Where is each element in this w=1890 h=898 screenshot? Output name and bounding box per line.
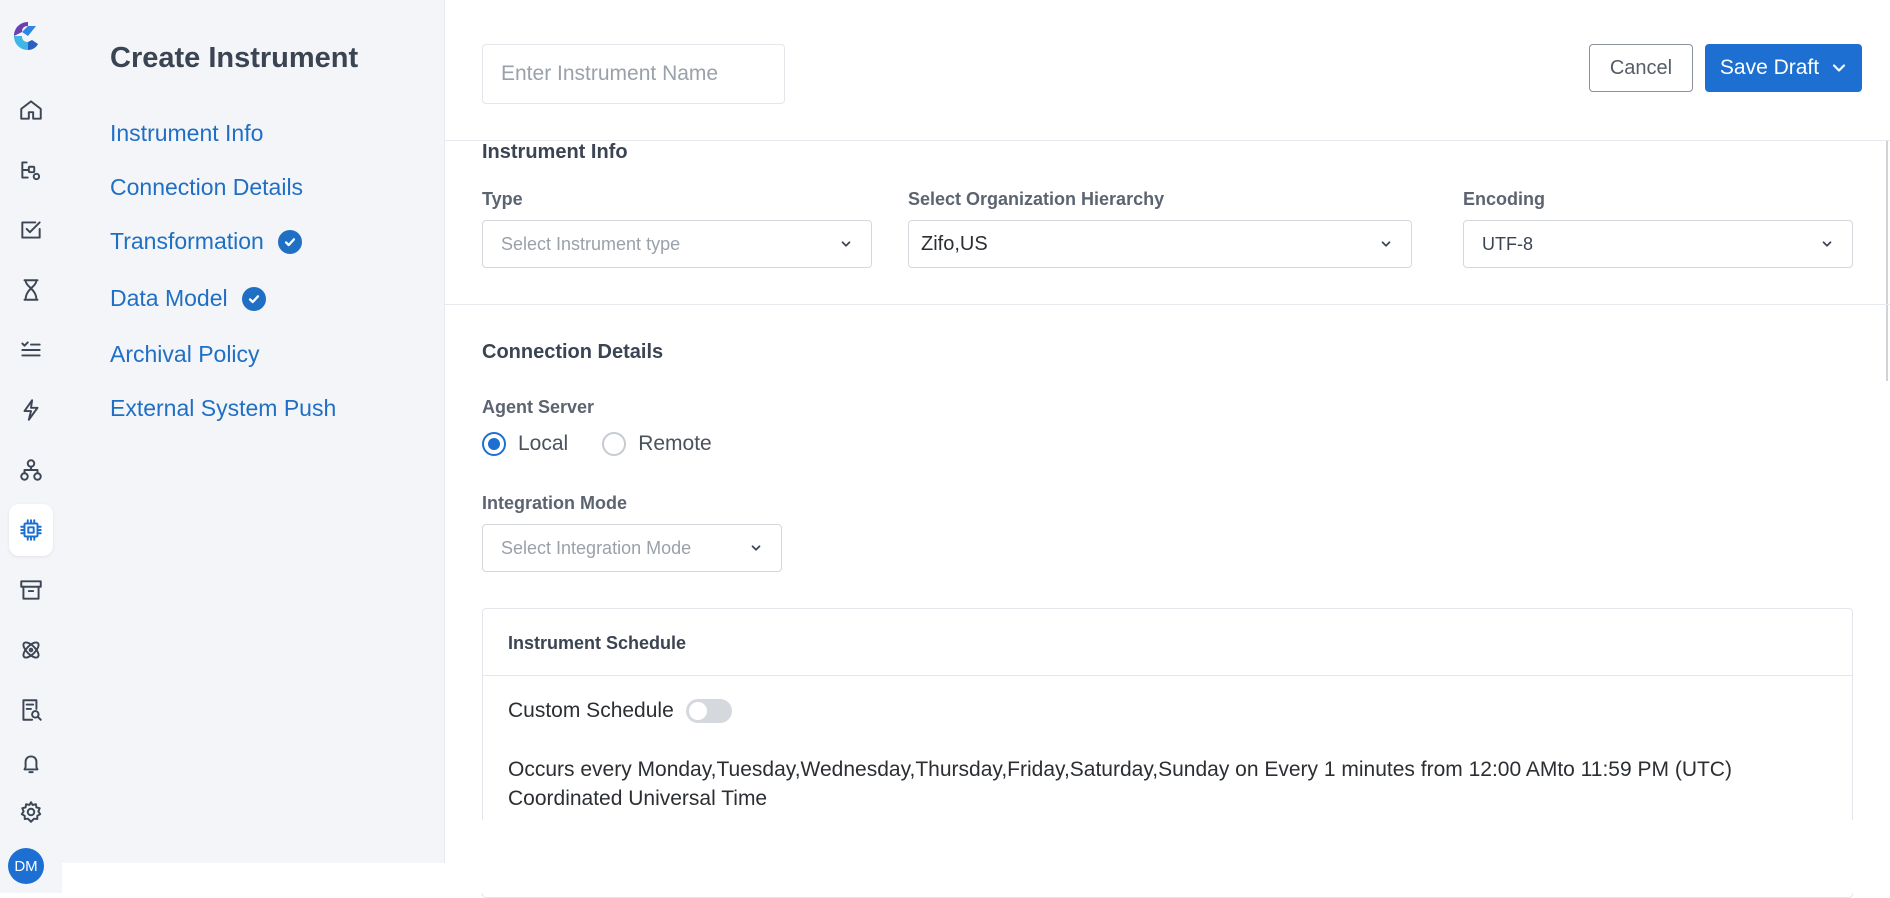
save-draft-button[interactable]: Save Draft [1705,44,1862,92]
instrument-name-input[interactable] [482,44,785,104]
check-circle-icon [277,229,302,254]
lightning-icon[interactable] [9,384,53,436]
cancel-button[interactable]: Cancel [1589,44,1693,92]
checklist-icon[interactable] [9,204,53,256]
chevron-down-icon [1381,241,1391,247]
org-hierarchy-label: Select Organization Hierarchy [908,189,1165,209]
instrument-type-placeholder: Select Instrument type [501,233,681,254]
hourglass-icon[interactable] [9,264,53,316]
nav-item-transformation[interactable]: Transformation [110,228,302,255]
agent-server-radio-group: Local Remote [482,432,734,456]
integration-mode-placeholder: Select Integration Mode [501,537,692,558]
header-divider [445,140,1890,141]
type-label: Type [482,189,523,209]
custom-schedule-row: Custom Schedule [508,699,732,723]
custom-schedule-toggle[interactable] [685,699,732,723]
icon-rail: DM [0,0,62,893]
radio-local[interactable] [482,432,506,456]
save-draft-label: Save Draft [1719,56,1820,79]
radio-remote[interactable] [602,432,627,456]
home-icon[interactable] [9,84,53,136]
nav-item-connection-details[interactable]: Connection Details [110,174,303,201]
card-header: Instrument Schedule [483,609,1852,676]
chevron-down-icon [751,545,761,551]
atom-icon[interactable] [9,624,53,676]
org-hierarchy-value: Zifo,US [921,232,988,255]
chevron-down-icon [841,241,851,247]
section-divider [445,304,1890,305]
nav-item-label: Connection Details [110,174,304,200]
avatar[interactable]: DM [8,848,44,884]
encoding-value: UTF-8 [1482,233,1533,254]
list-icon[interactable] [9,324,53,376]
encoding-select[interactable]: UTF-8 [1463,220,1853,268]
archive-icon[interactable] [9,564,53,616]
gear-icon[interactable] [9,786,53,838]
card-title: Instrument Schedule [508,633,687,653]
integration-mode-select[interactable]: Select Integration Mode [482,524,782,572]
page-bottom-edge [62,863,1890,893]
nav-item-label: Instrument Info [110,120,264,146]
nav-item-label: External System Push [110,395,337,421]
chevron-down-icon [1822,241,1832,247]
nav-item-label: Archival Policy [110,341,260,367]
workflow-icon[interactable] [9,144,53,196]
check-circle-icon [241,286,266,311]
nav-item-external-system-push[interactable]: External System Push [110,395,336,422]
agent-server-label: Agent Server [482,397,595,417]
nav-item-label: Transformation [110,228,264,254]
app-logo-icon[interactable] [10,18,42,58]
integration-mode-label: Integration Mode [482,493,627,513]
scrollbar[interactable] [1886,141,1888,381]
page-title: Create Instrument [110,42,359,74]
chevron-down-icon[interactable] [1831,60,1847,76]
encoding-label: Encoding [1463,189,1545,209]
radio-remote-label[interactable]: Remote [638,432,712,456]
instrument-type-select[interactable]: Select Instrument type [482,220,872,268]
nav-item-data-model[interactable]: Data Model [110,285,266,312]
section-title-connection-details: Connection Details [482,341,664,363]
schedule-description: Occurs every Monday,Tuesday,Wednesday,Th… [508,758,1732,810]
radio-local-label[interactable]: Local [518,432,568,456]
hierarchy-icon[interactable] [9,444,53,496]
nav-item-label: Data Model [110,285,228,311]
chip-icon[interactable] [9,504,53,556]
section-nav: Create Instrument Instrument Info Connec… [62,0,445,863]
custom-schedule-label: Custom Schedule [508,699,674,722]
org-hierarchy-select[interactable]: Zifo,US [908,220,1412,268]
report-search-icon[interactable] [9,684,53,736]
bell-icon[interactable] [9,738,53,790]
section-title-instrument-info: Instrument Info [482,141,628,163]
nav-item-instrument-info[interactable]: Instrument Info [110,120,263,147]
nav-item-archival-policy[interactable]: Archival Policy [110,341,260,368]
